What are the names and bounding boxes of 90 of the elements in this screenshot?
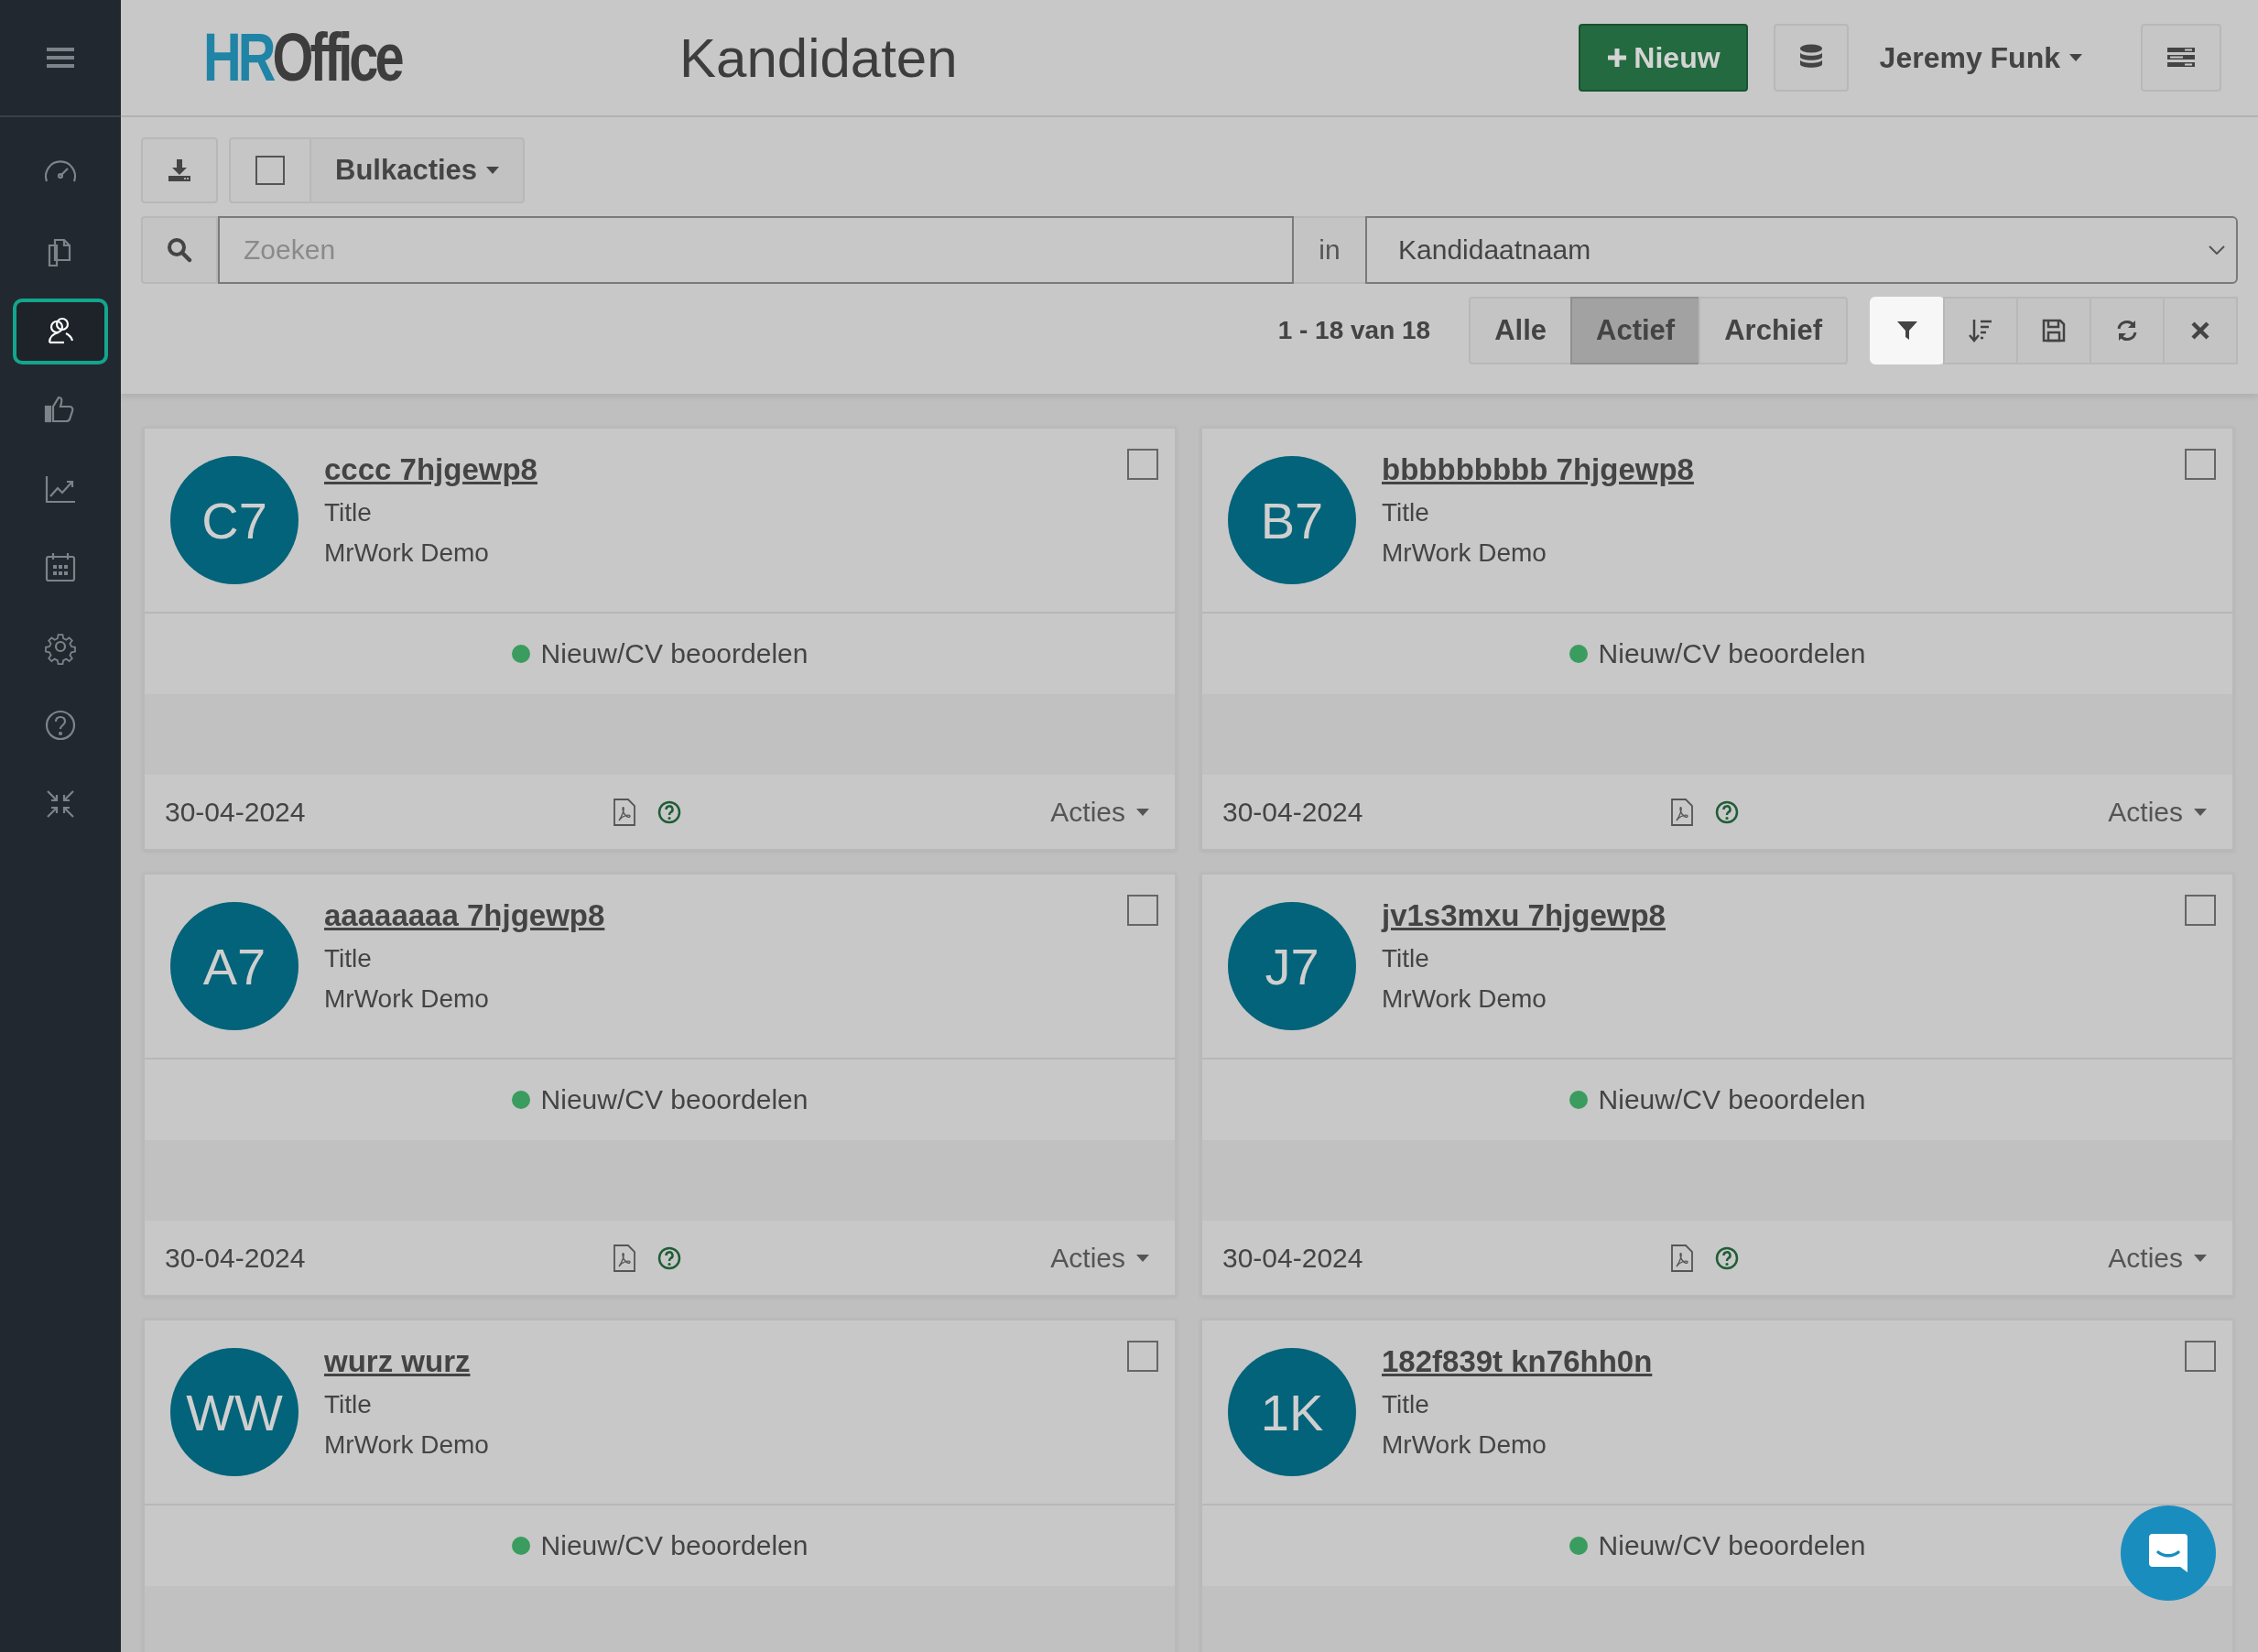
card-checkbox[interactable] (1127, 449, 1158, 480)
nav-item[interactable] (13, 299, 108, 364)
menu-icon[interactable] (47, 47, 74, 69)
date-label: 30-04-2024 (1222, 1242, 1364, 1274)
layout-button[interactable] (2141, 24, 2221, 92)
date-label: 30-04-2024 (1222, 796, 1364, 828)
refresh-icon (2115, 319, 2139, 342)
user-menu[interactable]: Jeremy Funk (1873, 39, 2088, 76)
job-title: Title (324, 944, 373, 973)
filter-tab[interactable]: Archief (1699, 297, 1848, 364)
candidate-name-link[interactable]: wurz wurz (324, 1344, 489, 1379)
company-name: MrWork Demo (1382, 538, 1547, 568)
search-field[interactable]: Zoeken (218, 216, 1294, 284)
search-icon (167, 237, 192, 263)
filter-tab[interactable]: Alle (1469, 297, 1573, 364)
new-button[interactable]: Nieuw (1579, 24, 1748, 92)
job-title: Title (1382, 1390, 1430, 1419)
bulk-actions-button[interactable]: Bulkacties (311, 137, 526, 203)
status-label: Nieuw/CV beoordelen (540, 638, 809, 669)
card-checkbox[interactable] (1127, 895, 1158, 926)
company-name: MrWork Demo (324, 538, 490, 568)
job-title: Title (1382, 498, 1430, 527)
actions-menu[interactable]: Acties (2102, 795, 2212, 829)
download-button[interactable] (141, 137, 218, 203)
actions-menu[interactable]: Acties (1045, 1241, 1155, 1275)
company-name: MrWork Demo (324, 1430, 489, 1460)
avatar: J7 (1228, 902, 1356, 1030)
status-label: Nieuw/CV beoordelen (1598, 1530, 1866, 1561)
download-icon (167, 158, 192, 183)
page-title: Kandidaten (679, 26, 959, 90)
pdf-icon[interactable] (1671, 798, 1693, 826)
logo: HROffice (203, 24, 403, 92)
actions-menu[interactable]: Acties (1045, 795, 1155, 829)
status-label: Nieuw/CV beoordelen (540, 1530, 809, 1561)
date-label: 30-04-2024 (165, 796, 307, 828)
card-checkbox[interactable] (2185, 895, 2216, 926)
filter-tab[interactable]: Actief (1570, 297, 1701, 364)
status-label: Nieuw/CV beoordelen (1598, 1084, 1866, 1115)
job-title: Title (324, 498, 373, 527)
actions-menu[interactable]: Acties (2102, 1241, 2212, 1275)
clear-button[interactable] (2163, 297, 2238, 364)
result-count: 1 - 18 van 18 (1277, 316, 1431, 345)
avatar: WW (170, 1348, 299, 1476)
pdf-icon[interactable] (613, 798, 635, 826)
refresh-button[interactable] (2090, 297, 2165, 364)
job-title: Title (1382, 944, 1430, 973)
status-label: Nieuw/CV beoordelen (540, 1084, 809, 1115)
caret-icon (486, 167, 500, 174)
help-icon[interactable] (1715, 799, 1739, 824)
select-all-checkbox[interactable] (229, 137, 311, 203)
date-label: 30-04-2024 (165, 1242, 307, 1274)
in-label: in (1294, 216, 1365, 284)
database-button[interactable] (1773, 24, 1849, 92)
caret-icon (2194, 1254, 2207, 1262)
card-checkbox[interactable] (1127, 1341, 1158, 1372)
caret-icon (2069, 54, 2082, 61)
search-field-select[interactable]: Kandidaatnaam (1365, 216, 2238, 284)
caret-icon (1136, 808, 1149, 816)
job-title: Title (324, 1390, 373, 1419)
candidate-name-link[interactable]: jv1s3mxu 7hjgewp8 (1382, 898, 1666, 933)
avatar: 1K (1228, 1348, 1356, 1476)
avatar: B7 (1228, 456, 1356, 584)
help-icon[interactable] (657, 799, 681, 824)
chevron-down-icon (2209, 245, 2225, 255)
avatar: A7 (170, 902, 299, 1030)
card-checkbox[interactable] (2185, 1341, 2216, 1372)
company-name: MrWork Demo (1382, 984, 1547, 1014)
filter-icon (1896, 320, 1918, 342)
company-name: MrWork Demo (324, 984, 490, 1014)
card-checkbox[interactable] (2185, 449, 2216, 480)
avatar: C7 (170, 456, 299, 584)
save-button[interactable] (2016, 297, 2091, 364)
candidate-name-link[interactable]: cccc 7hjgewp8 (324, 452, 537, 487)
list-icon (2167, 47, 2195, 69)
sort-button[interactable] (1943, 297, 2018, 364)
help-icon[interactable] (657, 1245, 681, 1270)
help-icon[interactable] (1715, 1245, 1739, 1270)
candidate-name-link[interactable]: 182f839t kn76hh0n (1382, 1344, 1653, 1379)
status-label: Nieuw/CV beoordelen (1598, 638, 1866, 669)
caret-icon (1136, 1254, 1149, 1262)
pdf-icon[interactable] (1671, 1244, 1693, 1272)
close-icon (2190, 321, 2210, 341)
company-name: MrWork Demo (1382, 1430, 1547, 1460)
sort-icon (1968, 318, 1993, 343)
candidate-name-link[interactable]: bbbbbbbbb 7hjgewp8 (1382, 452, 1694, 487)
pdf-icon[interactable] (613, 1244, 635, 1272)
plus-icon (1606, 47, 1629, 69)
candidate-name-link[interactable]: aaaaaaaa 7hjgewp8 (324, 898, 605, 933)
caret-icon (2194, 808, 2207, 816)
filter-button[interactable] (1870, 297, 1945, 364)
